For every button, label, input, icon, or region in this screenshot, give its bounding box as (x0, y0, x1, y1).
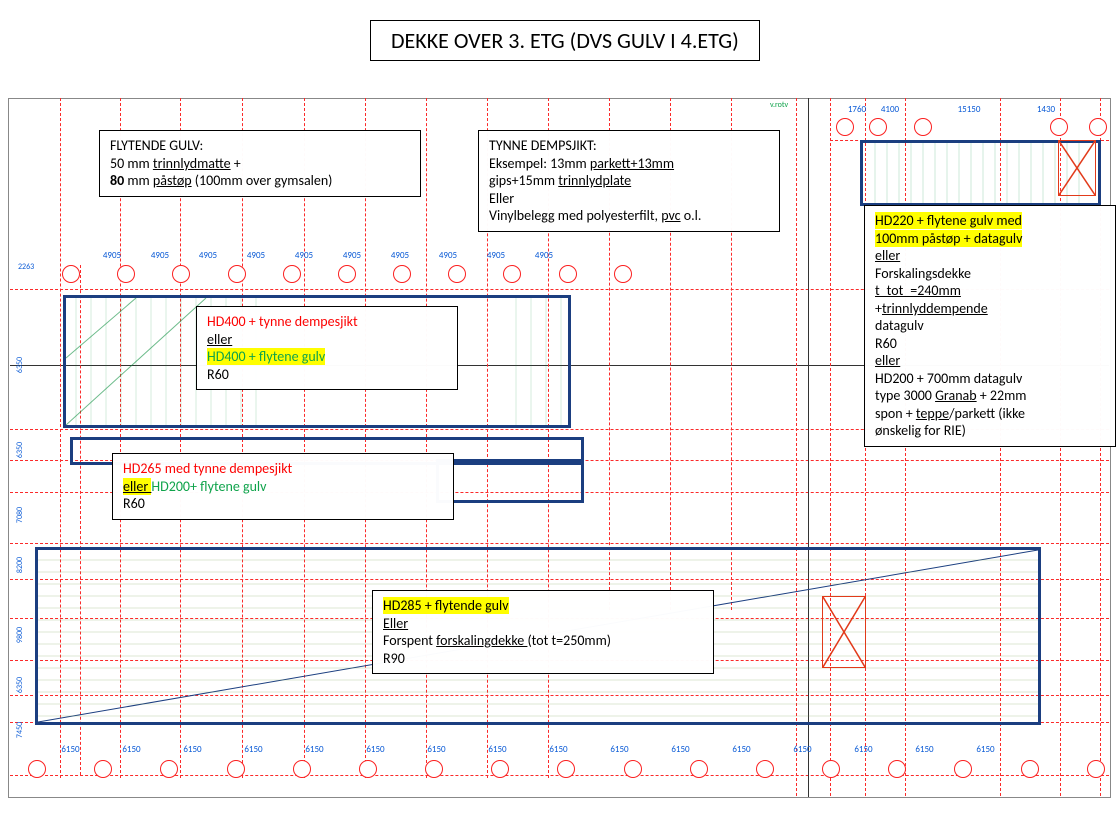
line: R90 (383, 650, 703, 668)
dim-v: 6350 (15, 677, 25, 693)
axis-circle-icon (117, 265, 135, 283)
note-hd265: HD265 med tynne dempesjikt eller HD200+ … (112, 453, 454, 520)
note-flytende: FLYTENDE GULV: 50 mm trinnlydmatte + 80 … (99, 130, 421, 197)
axis-circle-icon (836, 118, 854, 136)
line: Forskalingsdekke (875, 265, 1105, 283)
line: HD220 + flytene gulv med (875, 212, 1105, 230)
note-hd220: HD220 + flytene gulv med 100mm påstøp + … (864, 205, 1116, 447)
axis-circle-icon (338, 265, 356, 283)
axis-circles-tr (836, 118, 1109, 140)
dim-v: 7450 (15, 722, 25, 738)
heading: FLYTENDE GULV: (110, 137, 410, 155)
page: DEKKE OVER 3. ETG (DVS GULV I 4.ETG) v.r… (0, 0, 1119, 813)
line: eller (875, 352, 1105, 370)
axis-circle-icon (869, 118, 887, 136)
axis-circle-icon (954, 760, 972, 778)
zone-hd265-side (436, 459, 584, 503)
grid-h (10, 543, 1109, 544)
axis-circle-icon (491, 760, 509, 778)
axis-circle-icon (94, 760, 112, 778)
line: R60 (875, 335, 1105, 353)
axis-circle-icon (62, 265, 80, 283)
axis-circle-icon (614, 265, 632, 283)
line: HD400 + flytene gulv (207, 348, 447, 366)
dim-edge: 2263 (18, 262, 34, 272)
x-region (1058, 140, 1096, 196)
axis-circle-icon (227, 760, 245, 778)
title-box: DEKKE OVER 3. ETG (DVS GULV I 4.ETG) (370, 20, 760, 61)
line: Eksempel: 13mm parkett+13mm (489, 155, 769, 173)
dim-v: 7080 (15, 507, 25, 523)
axis-circle-icon (172, 265, 190, 283)
line: gips+15mm trinnlydplate (489, 172, 769, 190)
line: 50 mm trinnlydmatte + (110, 155, 410, 173)
x-region (822, 596, 866, 668)
line: Vinylbelegg med polyesterfilt, pvc o.l. (489, 207, 769, 225)
dim-row-bottom: 6150 6150 6150 6150 6150 6150 6150 6150 … (40, 744, 1016, 755)
axis-circle-icon (624, 760, 642, 778)
note-tynne: TYNNE DEMPSJIKT: Eksempel: 13mm parkett+… (478, 130, 780, 232)
line: +trinnlyddempende (875, 300, 1105, 318)
axis-circle-icon (448, 265, 466, 283)
dim-v: 6350 (15, 357, 25, 373)
dim-row-top-right: 1760 4100 15150 1430 (843, 104, 1063, 115)
line: eller (207, 331, 447, 349)
axis-circle-icon (1089, 118, 1107, 136)
dim-v: 8200 (15, 557, 25, 573)
note-hd285: HD285 + flytende gulv Eller Forspent for… (372, 590, 714, 674)
line: Eller (383, 615, 703, 633)
axis-circle-icon (690, 760, 708, 778)
axis-circle-icon (559, 265, 577, 283)
line: R60 (123, 495, 443, 513)
axis-circle-icon (160, 760, 178, 778)
line: HD400 + tynne dempesjikt (207, 313, 447, 331)
line: 80 mm påstøp (100mm over gymsalen) (110, 172, 410, 190)
axis-circle-icon (557, 760, 575, 778)
axis-circle-icon (888, 760, 906, 778)
axis-circles-top (62, 265, 634, 287)
axis-circle-icon (1021, 760, 1039, 778)
line: 100mm påstøp + datagulv (875, 230, 1105, 248)
line: type 3000 Granab + 22mm (875, 387, 1105, 405)
axis-circle-icon (359, 760, 377, 778)
dim-v: 6350 (15, 442, 25, 458)
heading: TYNNE DEMPSJIKT: (489, 137, 769, 155)
axis-circle-icon (293, 760, 311, 778)
line: R60 (207, 366, 447, 384)
axis-circle-icon (503, 265, 521, 283)
line: ønskelig for RIE) (875, 422, 1105, 440)
line: t_tot_=240mm (875, 282, 1105, 300)
line: HD200 + 700mm datagulv (875, 370, 1105, 388)
axis-circle-icon (756, 760, 774, 778)
axis-circles-bottom (28, 760, 1107, 782)
line: HD285 + flytende gulv (383, 597, 703, 615)
note-hd400: HD400 + tynne dempesjikt eller HD400 + f… (196, 306, 458, 390)
axis-circle-icon (283, 265, 301, 283)
axis-circle-icon (1087, 760, 1105, 778)
axis-circle-icon (425, 760, 443, 778)
line: eller HD200+ flytene gulv (123, 478, 443, 496)
dim-row-top: 4905 4905 4905 4905 4905 4905 4905 4905 … (88, 250, 568, 261)
axis-circle-icon (914, 118, 932, 136)
title-text: DEKKE OVER 3. ETG (DVS GULV I 4.ETG) (391, 27, 739, 54)
green-tag: v.rotv (770, 100, 788, 110)
axis-circle-icon (1050, 118, 1068, 136)
line: datagulv (875, 317, 1105, 335)
line: Eller (489, 190, 769, 208)
axis-circle-icon (28, 760, 46, 778)
line: eller (875, 247, 1105, 265)
axis-circle-icon (228, 265, 246, 283)
axis-circle-icon (393, 265, 411, 283)
axis-circle-icon (822, 760, 840, 778)
line: Forspent forskalingdekke (tot t=250mm) (383, 632, 703, 650)
dim-v: 9800 (15, 627, 25, 643)
line: HD265 med tynne dempesjikt (123, 460, 443, 478)
line: spon + teppe/parkett (ikke (875, 405, 1105, 423)
